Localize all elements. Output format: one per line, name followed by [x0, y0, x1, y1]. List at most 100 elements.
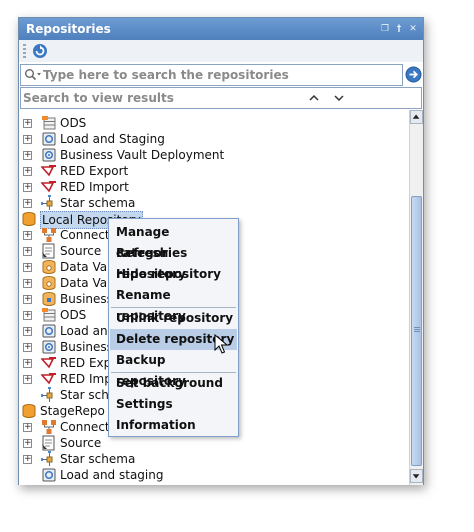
source-icon — [42, 435, 55, 451]
tree-row[interactable]: + Load and Staging — [19, 131, 409, 147]
ods-icon — [42, 116, 56, 130]
tree-row[interactable]: + ODS — [19, 115, 409, 131]
scroll-up-button[interactable] — [410, 110, 423, 124]
tree-row-label: Business — [60, 340, 113, 354]
business-icon — [42, 292, 56, 306]
menu-item-unlink-repository[interactable]: Unlink repository — [110, 308, 237, 329]
tree-row-label: Business — [60, 292, 113, 306]
vertical-scrollbar[interactable] — [409, 110, 423, 485]
expand-icon[interactable]: + — [23, 167, 32, 176]
source-icon — [42, 243, 55, 259]
expand-icon[interactable]: + — [23, 263, 32, 272]
tree-row-label: Data Vau — [60, 260, 115, 274]
toolbar — [19, 40, 423, 62]
scroll-thumb-grip-icon — [414, 327, 420, 333]
datavault-icon — [42, 260, 56, 274]
scroll-down-button[interactable] — [410, 469, 423, 483]
tree-row-label: Star schema — [60, 196, 136, 210]
panel-titlebar[interactable]: Repositories ❐ † ✕ — [19, 18, 423, 40]
deploy-icon — [42, 148, 56, 162]
menu-item-rename-repository[interactable]: Rename repository — [110, 285, 237, 323]
tree-row-label: StageRepo — [40, 404, 105, 418]
chevron-down-icon[interactable] — [333, 92, 345, 104]
deploy-icon — [42, 340, 56, 354]
menu-item-set-background[interactable]: Set background — [110, 373, 237, 394]
expand-icon[interactable]: + — [23, 279, 32, 288]
expand-icon[interactable]: + — [23, 327, 32, 336]
panel-title: Repositories — [26, 22, 111, 36]
menu-item-hide-repository[interactable]: Hide repository — [110, 264, 237, 285]
search-box[interactable] — [20, 64, 403, 86]
star-schema-icon — [41, 387, 53, 402]
tree-row-label: Data Vau — [60, 276, 115, 290]
tree-row-label: ODS — [60, 308, 87, 322]
load-icon — [42, 324, 56, 338]
tree-row-label: Business Vault Deployment — [60, 148, 225, 162]
red-icon — [41, 181, 56, 193]
tree-row[interactable]: + RED Export — [19, 163, 409, 179]
star-schema-icon — [41, 195, 53, 210]
tree-row[interactable]: + RED Import — [19, 179, 409, 195]
star-schema-icon — [41, 451, 53, 466]
expand-icon[interactable]: + — [23, 135, 32, 144]
refresh-icon[interactable] — [31, 42, 49, 60]
chevron-up-icon[interactable] — [308, 92, 320, 104]
red-icon — [41, 357, 56, 369]
menu-item-settings[interactable]: Settings — [110, 394, 237, 415]
tree-row-label: Star schema — [60, 452, 136, 466]
expand-icon[interactable]: + — [23, 311, 32, 320]
ods-icon — [42, 308, 56, 322]
expand-icon[interactable]: + — [23, 343, 32, 352]
datavault-icon — [42, 276, 56, 290]
search-results-label: Search to view results — [23, 91, 174, 105]
red-icon — [41, 373, 56, 385]
expand-icon[interactable]: + — [23, 183, 32, 192]
search-input[interactable] — [43, 66, 398, 84]
search-go-icon[interactable] — [405, 66, 422, 83]
expand-icon[interactable]: + — [23, 375, 32, 384]
menu-item-refresh-repository[interactable]: Refresh repository — [110, 243, 237, 281]
context-menu: Manage categories Refresh repository Hide … — [108, 218, 239, 437]
expand-icon[interactable]: + — [23, 119, 32, 128]
menu-item-manage-categories[interactable]: Manage categories — [110, 222, 237, 260]
tree-row-label: Load and Staging — [60, 132, 165, 146]
tree-row-label: Connecti — [60, 420, 113, 434]
expand-icon[interactable]: + — [23, 231, 32, 240]
tree-row[interactable]: + Business Vault Deployment — [19, 147, 409, 163]
tree-row-label: RED Imp — [60, 372, 112, 386]
connection-icon — [42, 228, 56, 242]
window-buttons: ❐ † ✕ — [380, 18, 418, 40]
tree-row[interactable]: Load and staging — [19, 467, 409, 483]
expand-icon[interactable]: + — [23, 359, 32, 368]
pin-icon[interactable]: † — [394, 24, 404, 34]
tree-row-label: Load and — [60, 324, 116, 338]
tree-row-label: Load and staging — [60, 468, 164, 482]
toolbar-grip-icon[interactable] — [23, 44, 26, 58]
tree-row-label: Source — [60, 436, 102, 450]
tree-row-label: ODS — [60, 116, 87, 130]
repository-icon — [22, 212, 36, 226]
mouse-cursor-icon — [214, 334, 229, 354]
menu-item-information[interactable]: Information — [110, 415, 237, 436]
tree-row-label: RED Import — [60, 180, 129, 194]
expand-icon[interactable]: + — [23, 151, 32, 160]
load-icon — [42, 132, 56, 146]
expand-icon[interactable]: + — [23, 439, 32, 448]
search-icon[interactable] — [24, 68, 42, 82]
tree-row-label: Source — [60, 244, 102, 258]
expand-icon[interactable]: + — [23, 247, 32, 256]
tree-row-label: Connecti — [60, 228, 113, 242]
scroll-thumb[interactable] — [411, 196, 422, 466]
close-icon[interactable]: ✕ — [408, 24, 418, 34]
tree-row[interactable]: + Star schema — [19, 195, 409, 211]
tree-row[interactable]: + Source — [19, 435, 409, 451]
tree-row-label: RED Export — [60, 164, 129, 178]
expand-icon[interactable]: + — [23, 199, 32, 208]
expand-icon[interactable]: + — [23, 455, 32, 464]
repository-icon — [22, 404, 36, 418]
search-results-bar[interactable]: Search to view results — [20, 87, 422, 109]
expand-icon[interactable]: + — [23, 423, 32, 432]
expand-icon[interactable]: + — [23, 295, 32, 304]
restore-icon[interactable]: ❐ — [380, 24, 390, 34]
tree-row[interactable]: + Star schema — [19, 451, 409, 467]
